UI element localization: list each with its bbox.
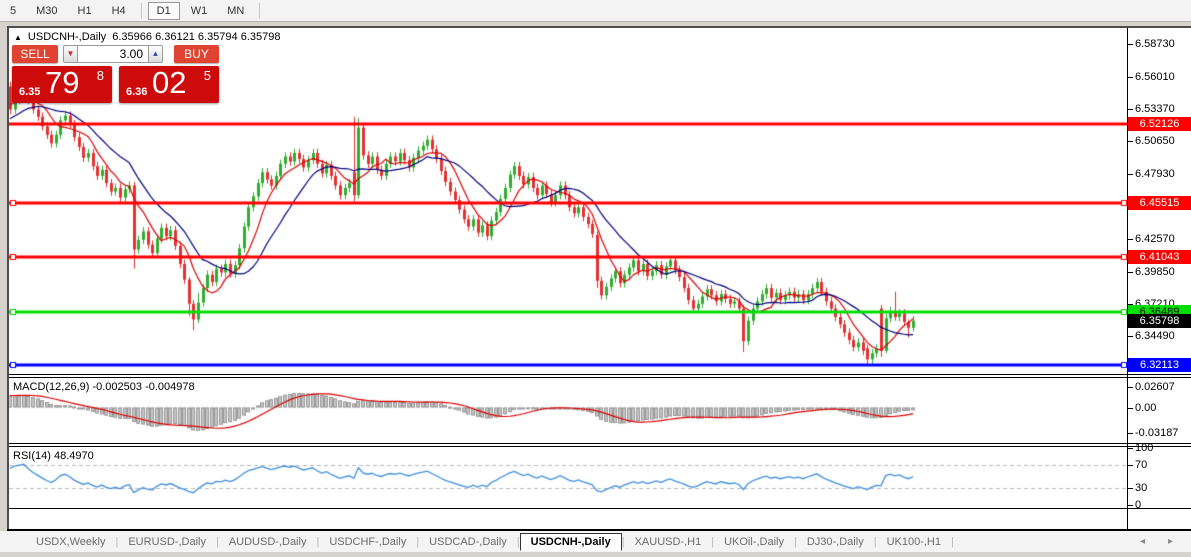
toolbar-separator (140, 2, 142, 19)
chart-tab-ukoil-daily[interactable]: UKOil-,Daily (714, 534, 794, 550)
ask-price-box[interactable]: 6.36 02 5 (119, 65, 219, 103)
rsi-tick-mark (1128, 505, 1133, 507)
chart-tab-audusd-daily[interactable]: AUDUSD-,Daily (219, 534, 317, 550)
volume-input[interactable]: 3.00 (78, 45, 148, 63)
price-axis-line (1127, 28, 1128, 530)
chart-tab-usdcad-daily[interactable]: USDCAD-,Daily (419, 534, 517, 550)
rsi-tick-mark (1128, 448, 1133, 450)
panel-divider[interactable] (9, 443, 1191, 447)
toolbar-separator (259, 2, 261, 19)
chart-tab-xauusd-h1[interactable]: XAUUSD-,H1 (625, 534, 712, 550)
price-line-label: 6.35798 (1128, 313, 1191, 328)
price-line-label: 6.45515 (1128, 196, 1191, 211)
price-tick-label: 6.56010 (1135, 70, 1175, 83)
one-click-trading-panel: SELL ▼ 3.00 ▲ BUY 6.35 79 8 6.36 02 5 (12, 45, 219, 103)
volume-increase-icon[interactable]: ▲ (148, 45, 163, 63)
chart-tab-usdcnh-daily[interactable]: USDCNH-,Daily (519, 532, 622, 551)
tab-scroll-arrows-icon[interactable]: ◂ ▸ (1140, 536, 1183, 547)
bid-price-big: 79 (45, 65, 80, 100)
chart-title: ▲ USDCNH-,Daily 6.35966 6.36121 6.35794 6… (14, 31, 280, 43)
chart-tab-usdchf-daily[interactable]: USDCHF-,Daily (319, 534, 416, 550)
price-tick-label: 6.47930 (1135, 168, 1175, 181)
timeframe-button-h4[interactable]: H4 (103, 2, 135, 20)
price-tick-mark (1128, 271, 1133, 273)
price-line-label: 6.32113 (1128, 358, 1191, 373)
price-tick-mark (1128, 174, 1133, 176)
volume-decrease-icon[interactable]: ▼ (63, 45, 78, 63)
panel-divider[interactable] (9, 374, 1191, 378)
macd-label: MACD(12,26,9) -0.002503 -0.004978 (13, 381, 195, 393)
rsi-tick-mark (1128, 465, 1133, 467)
macd-tick-label: -0.03187 (1135, 426, 1179, 439)
ask-price-prefix: 6.36 (126, 86, 148, 98)
price-line-label: 6.41043 (1128, 250, 1191, 265)
ask-price-pip: 5 (203, 68, 211, 83)
chart-tab-eurusd-daily[interactable]: EURUSD-,Daily (118, 534, 216, 550)
price-tick-mark (1128, 108, 1133, 110)
price-tick-mark (1128, 336, 1133, 338)
price-line-label: 6.52126 (1128, 116, 1191, 131)
price-tick-label: 6.39850 (1135, 265, 1175, 278)
rsi-tick-label: 70 (1135, 459, 1148, 472)
rsi-label: RSI(14) 48.4970 (13, 450, 94, 462)
collapse-panel-icon[interactable]: ▲ (14, 33, 22, 42)
price-tick-label: 6.53370 (1135, 102, 1175, 115)
sell-button[interactable]: SELL (12, 45, 58, 63)
buy-button[interactable]: BUY (174, 45, 219, 63)
timeframe-button-h1[interactable]: H1 (69, 2, 101, 20)
timeframe-button-5[interactable]: 5 (1, 2, 25, 20)
macd-tick-label: 0.02607 (1135, 380, 1175, 393)
chart-tab-dj30-daily[interactable]: DJ30-,Daily (797, 534, 874, 550)
macd-tick-mark (1128, 386, 1133, 388)
price-tick-mark (1128, 44, 1133, 45)
mt4-terminal: 5 M30 H1 H4 D1 W1 MN ▲ USDCNH-,Daily 6.35966 6.… (0, 0, 1191, 557)
timeframe-button-mn[interactable]: MN (218, 2, 253, 20)
tab-separator: | (950, 535, 954, 548)
price-tick-label: 6.34490 (1135, 330, 1175, 343)
chart-tab-usdx-weekly[interactable]: USDX,Weekly (26, 534, 115, 550)
price-tick-label: 6.58730 (1135, 38, 1175, 50)
bid-price-box[interactable]: 6.35 79 8 (12, 65, 112, 103)
price-tick-label: 6.42570 (1135, 232, 1175, 245)
price-tick-mark (1128, 238, 1133, 240)
price-tick-mark (1128, 141, 1133, 143)
timeframe-button-m30[interactable]: M30 (27, 2, 66, 20)
timeframe-toolbar: 5 M30 H1 H4 D1 W1 MN (0, 0, 1191, 22)
rsi-tick-label: 30 (1135, 482, 1148, 495)
macd-tick-mark (1128, 432, 1133, 434)
macd-tick-label: 0.00 (1135, 401, 1157, 414)
rsi-tick-mark (1128, 488, 1133, 490)
price-tick-label: 6.50650 (1135, 135, 1175, 148)
bid-price-pip: 8 (96, 68, 104, 83)
window-left-strip (0, 22, 7, 557)
chart-tab-bar: USDX,Weekly | EURUSD-,Daily | AUDUSD-,Daily |… (0, 531, 1191, 552)
timeframe-button-d1[interactable]: D1 (147, 1, 180, 20)
macd-tick-mark (1128, 407, 1133, 409)
rsi-indicator-canvas[interactable] (9, 447, 1127, 508)
rsi-tick-label: 100 (1135, 442, 1154, 455)
chart-tab-uk100-h1[interactable]: UK100-,H1 (877, 534, 951, 550)
panel-divider (9, 508, 1191, 509)
chart-title-text: USDCNH-,Daily 6.35966 6.36121 6.35794 6.… (27, 31, 281, 43)
rsi-tick-label: 0 (1135, 499, 1142, 512)
bid-price-prefix: 6.35 (19, 86, 41, 98)
ask-price-big: 02 (152, 65, 187, 100)
price-tick-mark (1128, 76, 1133, 78)
timeframe-button-w1[interactable]: W1 (182, 2, 217, 20)
